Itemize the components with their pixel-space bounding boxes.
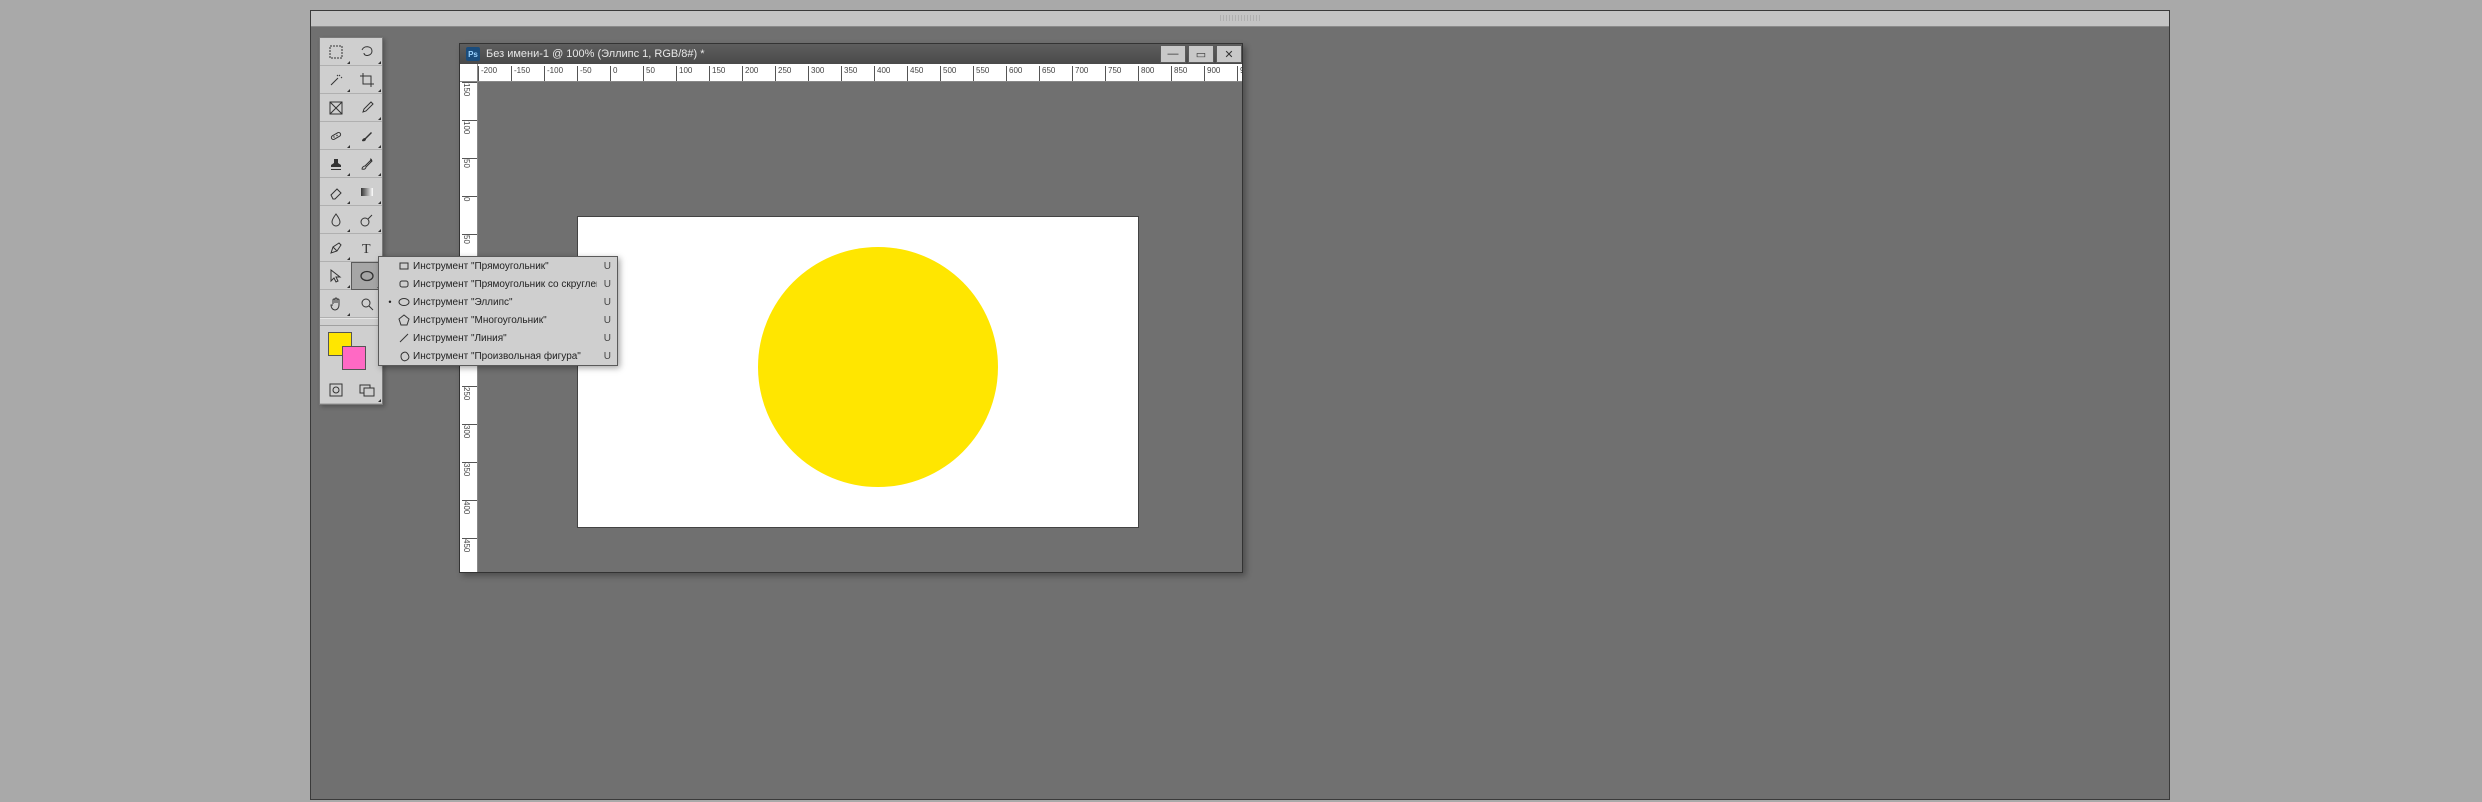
menu-item-shortcut: U — [597, 279, 611, 290]
ruler-tick: 100 — [676, 66, 692, 82]
tool-pen[interactable] — [320, 234, 351, 262]
tool-path-select[interactable] — [320, 262, 351, 290]
app-chrome-bar[interactable] — [311, 11, 2169, 27]
shape-tool-flyout: Инструмент "Прямоугольник"UИнструмент "П… — [378, 256, 618, 366]
tool-brush[interactable] — [351, 122, 382, 150]
ruler-tick: 450 — [462, 538, 478, 552]
roundrect-icon — [395, 278, 413, 290]
tool-marquee[interactable] — [320, 38, 351, 66]
menu-item-label: Инструмент "Многоугольник" — [413, 315, 597, 326]
close-button[interactable]: ✕ — [1216, 45, 1242, 63]
ruler-tick: -150 — [511, 66, 530, 82]
ruler-origin[interactable] — [460, 64, 478, 82]
ruler-tick: 100 — [462, 120, 478, 134]
shape-menu-item[interactable]: Инструмент "Прямоугольник со скругленным… — [379, 275, 617, 293]
blob-icon — [395, 350, 413, 362]
ruler-tick: -100 — [544, 66, 563, 82]
background-color[interactable] — [342, 346, 366, 370]
ruler-tick: 800 — [1138, 66, 1154, 82]
ruler-tick: 150 — [462, 82, 478, 96]
ruler-tick: 95 — [1237, 66, 1242, 82]
menu-item-shortcut: U — [597, 297, 611, 308]
menu-item-shortcut: U — [597, 333, 611, 344]
menu-item-label: Инструмент "Эллипс" — [413, 297, 597, 308]
ruler-tick: 900 — [1204, 66, 1220, 82]
tool-dodge[interactable] — [351, 206, 382, 234]
ruler-tick: 400 — [462, 500, 478, 514]
menu-item-label: Инструмент "Прямоугольник" — [413, 261, 597, 272]
screenmode-toggle[interactable] — [351, 376, 382, 404]
menu-item-shortcut: U — [597, 261, 611, 272]
shape-menu-item[interactable]: • Инструмент "Эллипс"U — [379, 293, 617, 311]
tool-blur[interactable] — [320, 206, 351, 234]
shape-menu-item[interactable]: Инструмент "Многоугольник"U — [379, 311, 617, 329]
ruler-tick: 600 — [1006, 66, 1022, 82]
ruler-tick: 0 — [610, 66, 617, 82]
ellipse-shape[interactable] — [758, 247, 998, 487]
menu-item-shortcut: U — [597, 315, 611, 326]
line-icon — [395, 332, 413, 344]
ruler-tick: 350 — [462, 462, 478, 476]
rect-icon — [395, 260, 413, 272]
color-swatches[interactable] — [320, 326, 382, 376]
tool-healing[interactable] — [320, 122, 351, 150]
tool-frame[interactable] — [320, 94, 351, 122]
ruler-tick: 700 — [1072, 66, 1088, 82]
ruler-tick: 50 — [643, 66, 655, 82]
ruler-tick: 500 — [940, 66, 956, 82]
ruler-tick: -50 — [577, 66, 592, 82]
menu-item-shortcut: U — [597, 351, 611, 362]
ruler-tick: 750 — [1105, 66, 1121, 82]
tool-hand[interactable] — [320, 290, 351, 318]
ruler-tick: -200 — [478, 66, 497, 82]
ruler-tick: 250 — [462, 386, 478, 400]
canvas[interactable] — [578, 217, 1138, 527]
ruler-tick: 300 — [462, 424, 478, 438]
ruler-tick: 200 — [742, 66, 758, 82]
svg-text:T: T — [362, 242, 371, 256]
maximize-button[interactable]: ▭ — [1188, 45, 1214, 63]
ruler-tick: 400 — [874, 66, 890, 82]
polygon-icon — [395, 314, 413, 326]
tool-wand[interactable] — [320, 66, 351, 94]
tool-eraser[interactable] — [320, 178, 351, 206]
shape-menu-item[interactable]: Инструмент "Прямоугольник"U — [379, 257, 617, 275]
shape-menu-item[interactable]: Инструмент "Произвольная фигура"U — [379, 347, 617, 365]
active-mark: • — [385, 297, 395, 307]
document-title: Без имени-1 @ 100% (Эллипс 1, RGB/8#) * — [486, 48, 1158, 60]
tool-gradient[interactable] — [351, 178, 382, 206]
tool-history-brush[interactable] — [351, 150, 382, 178]
quickmask-toggle[interactable] — [320, 376, 351, 404]
ruler-horizontal[interactable]: -200 -150 -100 -50 0 50 100 150 200 250 300 350 400 4… — [478, 64, 1242, 82]
ruler-tick: 850 — [1171, 66, 1187, 82]
tools-panel: T Инструмент "Прямоугольник"UИнструмент … — [319, 37, 383, 405]
tool-crop[interactable] — [351, 66, 382, 94]
ruler-tick: 250 — [775, 66, 791, 82]
app-window: T Инструмент "Прямоугольник"UИнструмент … — [310, 10, 2170, 800]
ruler-tick: 50 — [462, 158, 478, 168]
ruler-tick: 650 — [1039, 66, 1055, 82]
ruler-tick: 50 — [462, 234, 478, 244]
tool-lasso[interactable] — [351, 38, 382, 66]
menu-item-label: Инструмент "Произвольная фигура" — [413, 351, 597, 362]
ruler-tick: 0 — [462, 196, 478, 201]
ruler-tick: 150 — [709, 66, 725, 82]
minimize-button[interactable]: — — [1160, 45, 1186, 63]
ruler-tick: 450 — [907, 66, 923, 82]
menu-item-label: Инструмент "Прямоугольник со скругленным… — [413, 279, 597, 290]
document-titlebar[interactable]: Ps Без имени-1 @ 100% (Эллипс 1, RGB/8#)… — [460, 44, 1242, 64]
menu-item-label: Инструмент "Линия" — [413, 333, 597, 344]
ruler-tick: 350 — [841, 66, 857, 82]
ps-icon: Ps — [466, 47, 480, 61]
shape-menu-item[interactable]: Инструмент "Линия"U — [379, 329, 617, 347]
ellipse-icon — [395, 296, 413, 308]
ruler-tick: 550 — [973, 66, 989, 82]
ruler-tick: 300 — [808, 66, 824, 82]
tool-eyedropper[interactable] — [351, 94, 382, 122]
tool-stamp[interactable] — [320, 150, 351, 178]
